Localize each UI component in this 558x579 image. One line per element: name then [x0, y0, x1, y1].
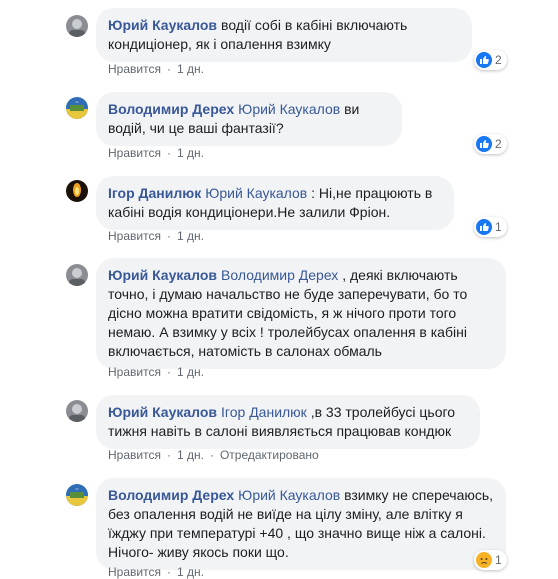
comment-bubble: Володимир Дерех Юрий Каукалов ви водій, ч…	[96, 92, 402, 146]
like-link[interactable]: Нравится	[108, 365, 161, 379]
comment-author[interactable]: Юрий Каукалов	[108, 404, 217, 420]
avatar[interactable]: ~	[66, 484, 88, 506]
reaction-badge[interactable]: 2	[474, 134, 507, 154]
like-icon	[476, 136, 492, 152]
comment-author[interactable]: Юрий Каукалов	[108, 267, 217, 283]
comment-author[interactable]: Ігор Данилюк	[108, 185, 201, 201]
comment-author[interactable]: Юрий Каукалов	[108, 17, 217, 33]
comment-thread: Юрий Каукалов водії собі в кабіні включаю…	[0, 0, 558, 579]
avatar[interactable]	[66, 180, 88, 202]
svg-text:~: ~	[75, 487, 79, 493]
comment-actions: Нравится · 1 дн.	[108, 365, 204, 379]
comment-time[interactable]: 1 дн.	[177, 365, 204, 379]
svg-text:~: ~	[75, 100, 79, 106]
comment-author[interactable]: Володимир Дерех	[108, 487, 234, 503]
reaction-badge[interactable]: 2	[474, 50, 507, 70]
comment-mention[interactable]: Юрий Каукалов	[238, 487, 340, 503]
like-icon	[476, 52, 492, 68]
comment-time[interactable]: 1 дн.	[177, 146, 204, 160]
comment-time[interactable]: 1 дн.	[177, 62, 204, 76]
comment-actions: Нравится · 1 дн.	[108, 62, 204, 76]
like-link[interactable]: Нравится	[108, 448, 161, 462]
comment-time[interactable]: 1 дн.	[177, 229, 204, 243]
comment-bubble: Володимир Дерех Юрий Каукалов взимку не с…	[96, 478, 506, 570]
comment-time[interactable]: 1 дн.	[177, 448, 204, 462]
comment-time[interactable]: 1 дн.	[177, 565, 204, 579]
comment-bubble: Юрий Каукалов Володимир Дерех , деякі вкл…	[96, 258, 506, 369]
like-link[interactable]: Нравится	[108, 146, 161, 160]
sad-icon	[476, 552, 492, 568]
avatar[interactable]	[66, 15, 88, 37]
edited-label[interactable]: Отредактировано	[220, 448, 319, 462]
reaction-badge[interactable]: 1	[474, 217, 507, 237]
comment-actions: Нравится · 1 дн.	[108, 229, 204, 243]
comment-actions: Нравится · 1 дн.	[108, 146, 204, 160]
comment-mention[interactable]: Юрий Каукалов	[238, 101, 340, 117]
reaction-count: 1	[495, 220, 502, 234]
avatar[interactable]	[66, 400, 88, 422]
comment-mention[interactable]: Володимир Дерех	[221, 267, 338, 283]
comment-actions: Нравится · 1 дн. · Отредактировано	[108, 448, 319, 462]
like-link[interactable]: Нравится	[108, 229, 161, 243]
reaction-badge[interactable]: 1	[474, 550, 507, 570]
reaction-count: 2	[495, 137, 502, 151]
like-link[interactable]: Нравится	[108, 62, 161, 76]
comment-author[interactable]: Володимир Дерех	[108, 101, 234, 117]
reaction-count: 1	[495, 553, 502, 567]
reaction-count: 2	[495, 53, 502, 67]
comment-bubble: Ігор Данилюк Юрий Каукалов : Ні,не працюю…	[96, 176, 454, 230]
comment-mention[interactable]: Ігор Данилюк	[221, 404, 307, 420]
comment-bubble: Юрий Каукалов Ігор Данилюк ,в 33 тролейбу…	[96, 395, 480, 449]
avatar[interactable]: ~	[66, 97, 88, 119]
like-icon	[476, 219, 492, 235]
comment-mention[interactable]: Юрий Каукалов	[205, 185, 307, 201]
comment-actions: Нравится · 1 дн.	[108, 565, 204, 579]
comment-bubble: Юрий Каукалов водії собі в кабіні включаю…	[96, 8, 472, 62]
avatar[interactable]	[66, 264, 88, 286]
like-link[interactable]: Нравится	[108, 565, 161, 579]
